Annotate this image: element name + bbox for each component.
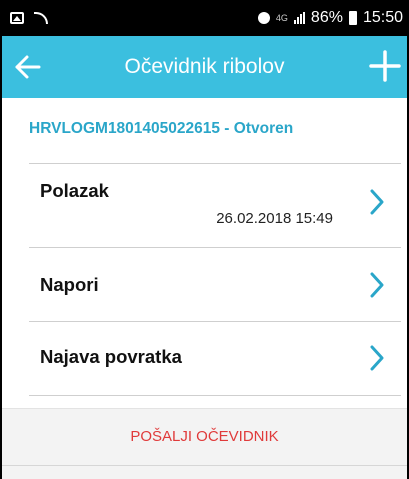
alarm-icon [257,12,270,24]
gallery-notification-icon [10,11,24,24]
chevron-right-icon [370,189,384,215]
battery-percent: 86% [310,9,343,26]
record-id-status: HRVLOGM1801405022615 - Otvoren [29,120,294,137]
hotspot-icon [34,11,49,24]
app-bar: Očevidnik ribolov [2,36,407,98]
divider [29,395,401,396]
nav-item-label: Napori [40,274,99,295]
clock: 15:50 [362,9,403,26]
departure-datetime: 26.02.2018 15:49 [216,210,333,227]
battery-icon [348,11,357,25]
back-button[interactable] [12,50,46,84]
chevron-right-icon [370,345,384,371]
page-title: Očevidnik ribolov [124,55,285,78]
network-type: 4G [275,13,288,23]
nav-item-najava-povratka[interactable]: Najava povratka [2,322,407,395]
nav-item-polazak[interactable]: Polazak 26.02.2018 15:49 [2,164,407,247]
footer: POŠALJI OČEVIDNIK [2,408,407,479]
signal-icon [293,12,305,24]
plus-icon [369,50,401,82]
status-left [10,9,49,27]
divider [2,465,407,466]
nav-item-napori[interactable]: Napori [2,248,407,321]
arrow-left-icon [15,55,41,79]
status-bar: 4G 86% 15:50 [0,0,409,36]
nav-item-label: Polazak [40,180,109,201]
add-button[interactable] [367,48,403,84]
send-logbook-button[interactable]: POŠALJI OČEVIDNIK [2,408,407,454]
chevron-right-icon [370,272,384,298]
status-right: 4G 86% 15:50 [257,8,403,28]
nav-item-label: Najava povratka [40,346,182,367]
